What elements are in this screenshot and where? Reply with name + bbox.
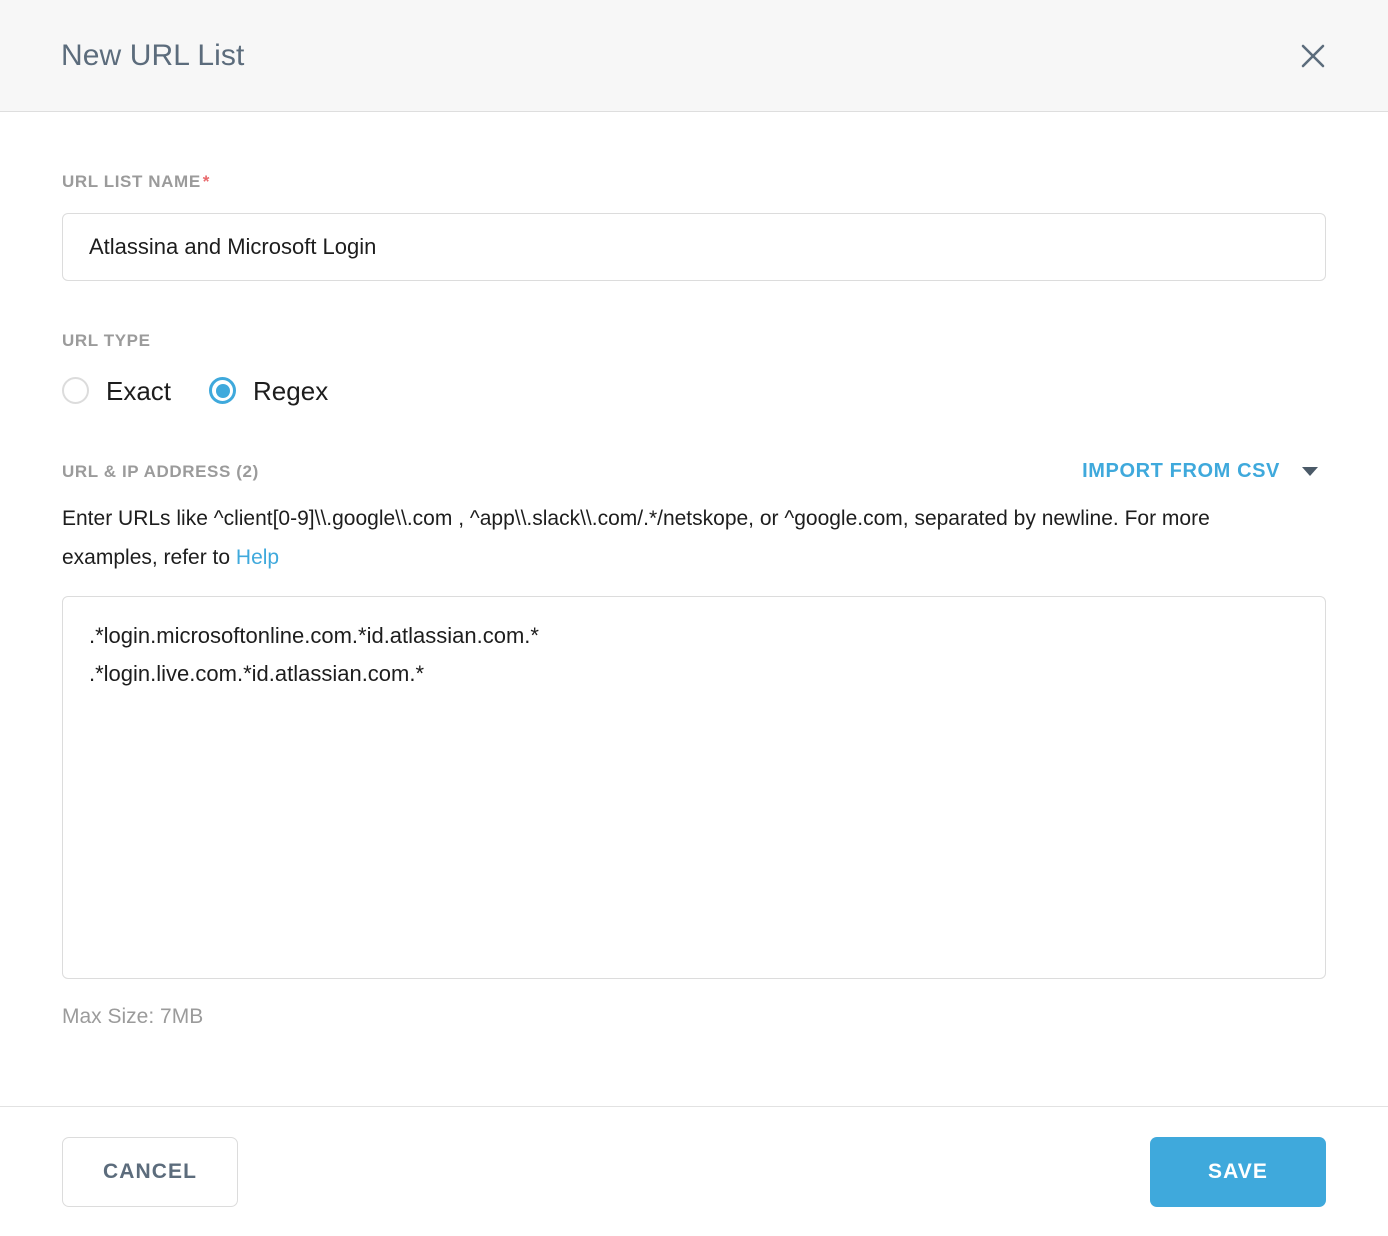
url-list-name-input[interactable] <box>62 213 1326 281</box>
url-helper-text-body: Enter URLs like ^client[0-9]\\.google\\.… <box>62 507 1210 569</box>
url-ip-address-header: URL & IP ADDRESS (2) IMPORT FROM CSV <box>62 460 1326 483</box>
url-list-name-label: URL LIST NAME * <box>62 172 1326 192</box>
radio-circle-icon <box>62 377 89 404</box>
max-size-note: Max Size: 7MB <box>62 1004 204 1028</box>
url-list-name-group: URL LIST NAME * <box>62 112 1326 281</box>
url-ip-address-label: URL & IP ADDRESS (2) <box>62 461 259 481</box>
save-button[interactable]: SAVE <box>1150 1136 1326 1207</box>
help-link[interactable]: Help <box>236 546 279 569</box>
url-type-group: URL TYPE Exact Regex <box>62 281 1326 404</box>
url-type-option-regex[interactable]: Regex <box>209 377 328 404</box>
url-type-label: URL TYPE <box>62 331 151 350</box>
url-type-option-exact[interactable]: Exact <box>62 377 171 404</box>
url-list-textarea[interactable]: .*login.microsoftonline.com.*id.atlassia… <box>62 595 1326 979</box>
required-asterisk: * <box>202 172 210 191</box>
url-type-option-regex-label: Regex <box>253 375 329 406</box>
dialog-body: URL LIST NAME* URL TYPE Exact Regex URL … <box>0 112 1388 1106</box>
url-ip-address-group: URL & IP ADDRESS (2) IMPORT FROM CSV Ent… <box>62 404 1326 1029</box>
new-url-list-dialog: New URL List URL LIST NAME* URL TYPE <box>0 0 1388 1236</box>
dialog-header: New URL List <box>0 0 1388 112</box>
dialog-title: New URL List <box>61 38 245 72</box>
close-icon <box>1298 41 1328 71</box>
close-dialog-button[interactable] <box>1286 29 1340 83</box>
chevron-down-icon <box>1302 467 1318 476</box>
url-helper-text: Enter URLs like ^client[0-9]\\.google\\.… <box>62 500 1282 578</box>
cancel-button[interactable]: CANCEL <box>62 1136 238 1207</box>
import-from-csv-button[interactable]: IMPORT FROM CSV <box>1082 460 1326 483</box>
url-type-option-exact-label: Exact <box>106 375 172 406</box>
dialog-footer: CANCEL SAVE <box>0 1106 1388 1236</box>
url-type-radio-group: Exact Regex <box>62 377 1326 404</box>
radio-circle-selected-icon <box>209 377 237 404</box>
url-list-name-label-text: URL LIST NAME <box>62 172 201 191</box>
import-from-csv-label: IMPORT FROM CSV <box>1082 460 1280 482</box>
